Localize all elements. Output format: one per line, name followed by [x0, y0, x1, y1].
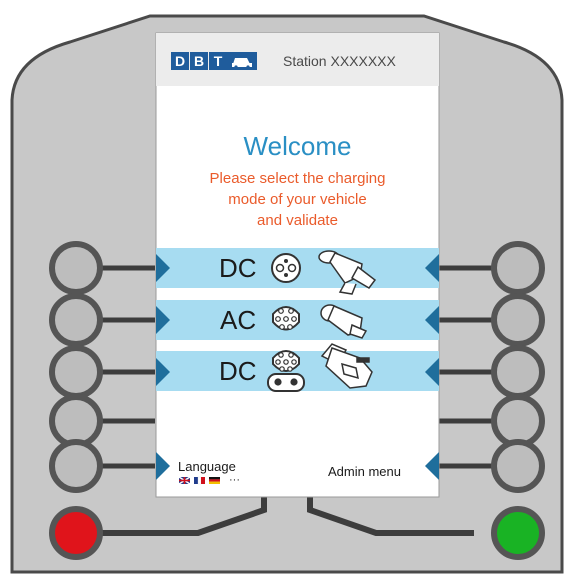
brand-letter-t: T [209, 52, 227, 70]
left-button-5[interactable] [49, 439, 103, 493]
left-button-2[interactable] [49, 293, 103, 347]
right-button-2[interactable] [491, 293, 545, 347]
validate-button[interactable] [491, 506, 545, 560]
right-button-4[interactable] [491, 394, 545, 448]
germany-flag-icon [209, 477, 220, 484]
language-button[interactable]: Language [178, 459, 236, 474]
car-logo-icon [227, 52, 257, 70]
uk-flag-icon [178, 476, 191, 485]
brand-letter-b: B [190, 52, 208, 70]
language-more: ··· [229, 474, 240, 486]
type2-socket-icon [272, 306, 300, 331]
brand-letter-d: D [171, 52, 189, 70]
right-button-3[interactable] [491, 345, 545, 399]
cancel-button[interactable] [49, 506, 103, 560]
instruction-line-3: and validate [257, 212, 338, 229]
instruction-line-1: Please select the charging [209, 170, 386, 187]
mode-label-1: DC [219, 253, 257, 283]
admin-menu-button[interactable]: Admin menu [328, 464, 401, 479]
right-button-1[interactable] [491, 241, 545, 295]
mode-label-3: DC [219, 356, 257, 386]
chademo-socket-icon [271, 253, 301, 283]
left-button-1[interactable] [49, 241, 103, 295]
france-flag-icon [194, 476, 205, 485]
left-button-3[interactable] [49, 345, 103, 399]
instruction-line-2: mode of your vehicle [228, 191, 367, 208]
station-label: Station XXXXXXX [283, 53, 396, 69]
left-button-4[interactable] [49, 394, 103, 448]
right-button-5[interactable] [491, 439, 545, 493]
welcome-title: Welcome [243, 131, 352, 161]
mode-label-2: AC [220, 305, 257, 335]
